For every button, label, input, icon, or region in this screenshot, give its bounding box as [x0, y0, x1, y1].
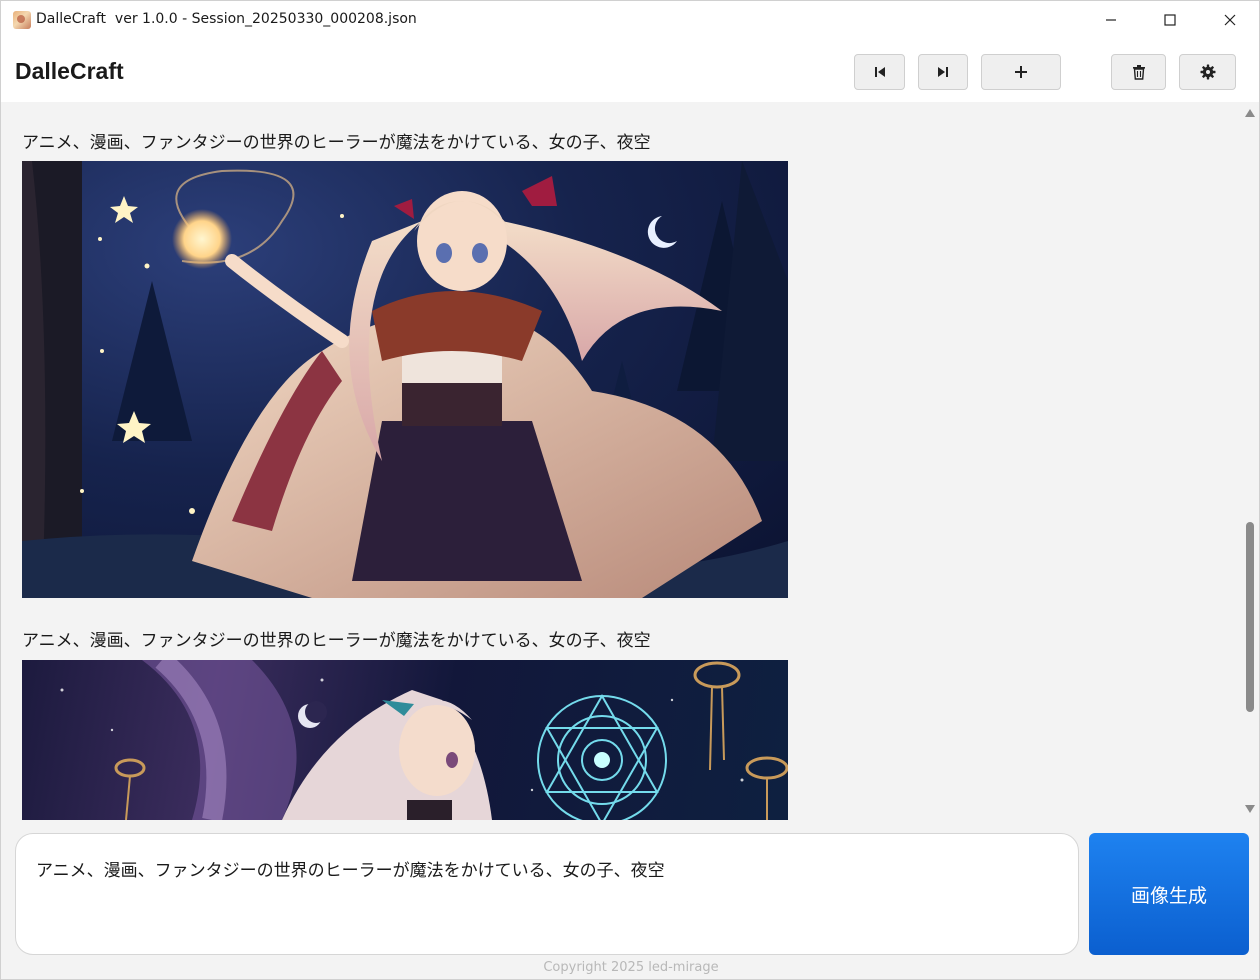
vertical-scrollbar[interactable]	[1242, 102, 1258, 820]
next-button[interactable]	[918, 54, 968, 90]
close-button[interactable]	[1201, 1, 1259, 39]
scroll-down-arrow-icon[interactable]	[1244, 804, 1256, 814]
scroll-up-arrow-icon[interactable]	[1244, 108, 1256, 118]
generated-image[interactable]	[22, 161, 788, 598]
prompt-input[interactable]: アニメ、漫画、ファンタジーの世界のヒーラーが魔法をかけている、女の子、夜空	[15, 833, 1079, 955]
trash-icon	[1132, 65, 1145, 80]
generate-image-button[interactable]: 画像生成	[1089, 833, 1249, 955]
app-header: DalleCraft	[0, 38, 1260, 102]
minimize-icon	[1106, 19, 1116, 21]
generated-image-art	[60, 660, 788, 820]
settings-button[interactable]	[1179, 54, 1236, 90]
minimize-button[interactable]	[1082, 1, 1140, 39]
generated-image[interactable]	[22, 660, 788, 820]
prompt-area: アニメ、漫画、ファンタジーの世界のヒーラーが魔法をかけている、女の子、夜空 画像…	[0, 820, 1260, 980]
plus-icon	[1015, 66, 1027, 78]
maximize-icon	[1164, 14, 1176, 26]
add-button[interactable]	[981, 54, 1061, 90]
generated-image-art	[22, 161, 788, 598]
delete-button[interactable]	[1111, 54, 1166, 90]
skip-previous-icon	[874, 67, 885, 77]
history-prompt: アニメ、漫画、ファンタジーの世界のヒーラーが魔法をかけている、女の子、夜空	[22, 133, 651, 153]
title-bar: DalleCraft ver 1.0.0 - Session_20250330_…	[0, 0, 1260, 38]
copyright-text: Copyright 2025 led-mirage	[543, 960, 719, 975]
close-icon	[1224, 14, 1236, 26]
scrollbar-thumb[interactable]	[1246, 522, 1254, 712]
previous-button[interactable]	[854, 54, 905, 90]
history-panel[interactable]: アニメ、漫画、ファンタジーの世界のヒーラーが魔法をかけている、女の子、夜空 アニ…	[0, 102, 1260, 820]
app-icon	[13, 11, 31, 29]
app-name: DalleCraft	[15, 58, 124, 84]
maximize-button[interactable]	[1141, 1, 1199, 39]
skip-next-icon	[938, 67, 948, 77]
window-title: DalleCraft ver 1.0.0 - Session_20250330_…	[36, 11, 417, 27]
gear-icon	[1200, 64, 1215, 80]
history-prompt: アニメ、漫画、ファンタジーの世界のヒーラーが魔法をかけている、女の子、夜空	[22, 631, 651, 651]
